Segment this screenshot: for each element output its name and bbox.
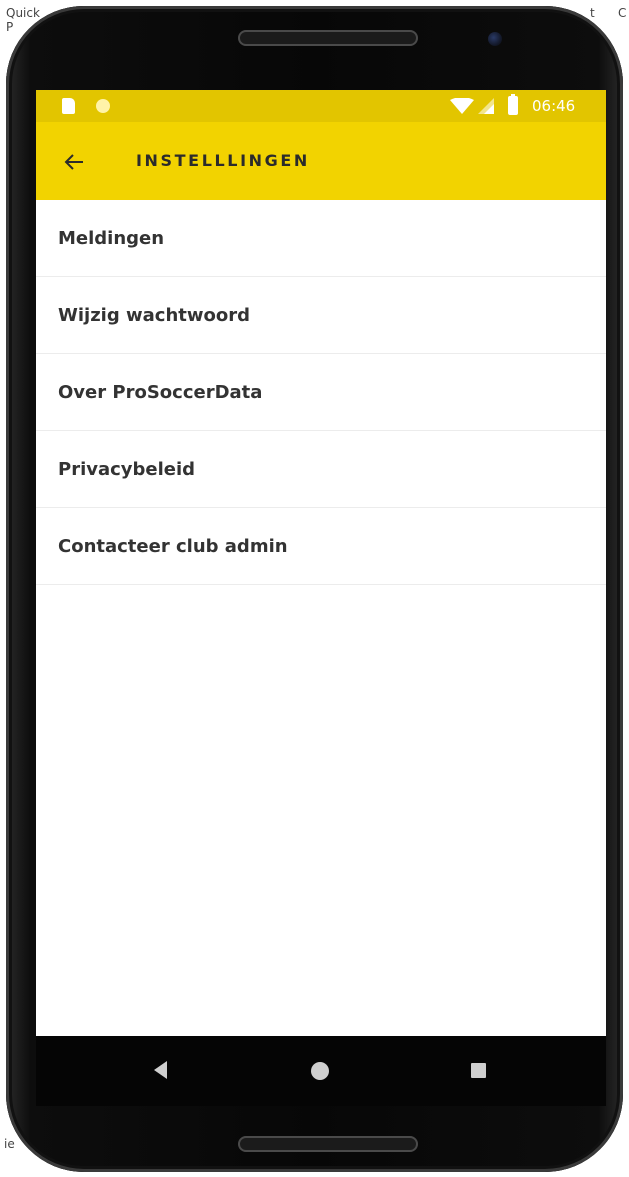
top-speaker — [238, 30, 418, 46]
background-text-top-right-left: t — [590, 6, 595, 20]
back-button[interactable] — [56, 144, 92, 180]
settings-item-label: Over ProSoccerData — [58, 381, 263, 403]
background-text-line: Quick — [6, 6, 40, 20]
background-text-fragment: ie — [4, 1137, 15, 1151]
settings-item-label: Meldingen — [58, 227, 165, 249]
settings-item-label: Contacteer club admin — [58, 535, 288, 557]
settings-item-label: Privacybeleid — [58, 458, 196, 480]
page-title: INSTELLLINGEN — [136, 151, 310, 170]
arrow-left-icon — [64, 154, 83, 170]
settings-item-meldingen[interactable]: Meldingen — [36, 200, 606, 277]
settings-item-contacteer-club-admin[interactable]: Contacteer club admin — [36, 508, 606, 585]
status-time: 06:46 — [532, 97, 576, 115]
signal-icon — [478, 98, 494, 114]
notification-circle-icon — [96, 99, 110, 113]
settings-item-over-prosoccerdata[interactable]: Over ProSoccerData — [36, 354, 606, 431]
triangle-back-icon[interactable] — [154, 1061, 167, 1079]
background-text-bottom-left: ie — [4, 1137, 15, 1151]
settings-item-privacybeleid[interactable]: Privacybeleid — [36, 431, 606, 508]
battery-icon — [508, 94, 518, 115]
bottom-speaker — [238, 1136, 418, 1152]
front-camera — [488, 32, 502, 46]
sd-card-icon — [62, 98, 75, 114]
wifi-icon — [450, 98, 474, 114]
square-recent-icon[interactable] — [471, 1063, 486, 1078]
status-bar: 06:46 — [36, 90, 606, 122]
circle-home-icon[interactable] — [311, 1062, 329, 1080]
settings-item-wijzig-wachtwoord[interactable]: Wijzig wachtwoord — [36, 277, 606, 354]
background-text-fragment: t — [590, 6, 595, 20]
system-nav-bar — [36, 1036, 606, 1106]
background-text-top-right-right: C — [618, 6, 626, 20]
settings-item-label: Wijzig wachtwoord — [58, 304, 250, 326]
background-text-fragment: C — [618, 6, 627, 20]
settings-list: Meldingen Wijzig wachtwoord Over ProSocc… — [36, 200, 606, 585]
app-bar: INSTELLLINGEN — [36, 122, 606, 200]
device-screen: 06:46 INSTELLLINGEN Meldingen Wijzig wac… — [36, 90, 606, 1106]
